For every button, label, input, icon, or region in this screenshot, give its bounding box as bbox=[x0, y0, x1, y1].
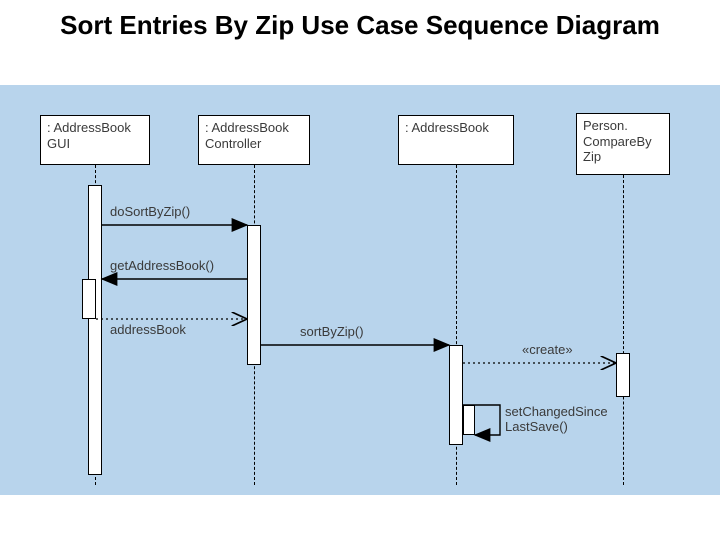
activation-gui-main bbox=[88, 185, 102, 475]
activation-addressbook bbox=[449, 345, 463, 445]
obj-addressbook: : AddressBook bbox=[398, 115, 514, 165]
activation-comparator bbox=[616, 353, 630, 397]
lifeline-comparator bbox=[623, 175, 624, 485]
msg-doSortByZip: doSortByZip() bbox=[110, 205, 190, 220]
msg-create: «create» bbox=[522, 343, 573, 358]
activation-controller bbox=[247, 225, 261, 365]
msg-sortByZip: sortByZip() bbox=[300, 325, 364, 340]
obj-comparator: Person. CompareBy Zip bbox=[576, 113, 670, 175]
page-title: Sort Entries By Zip Use Case Sequence Di… bbox=[0, 0, 720, 47]
obj-controller: : AddressBook Controller bbox=[198, 115, 310, 165]
msg-addressBook: addressBook bbox=[110, 323, 186, 338]
msg-setChanged: setChangedSince LastSave() bbox=[505, 405, 608, 435]
activation-gui-nested bbox=[82, 279, 96, 319]
sequence-diagram: : AddressBook GUI : AddressBook Controll… bbox=[0, 85, 720, 495]
obj-gui: : AddressBook GUI bbox=[40, 115, 150, 165]
activation-addressbook-self bbox=[463, 405, 475, 435]
msg-getAddressBook: getAddressBook() bbox=[110, 259, 214, 274]
